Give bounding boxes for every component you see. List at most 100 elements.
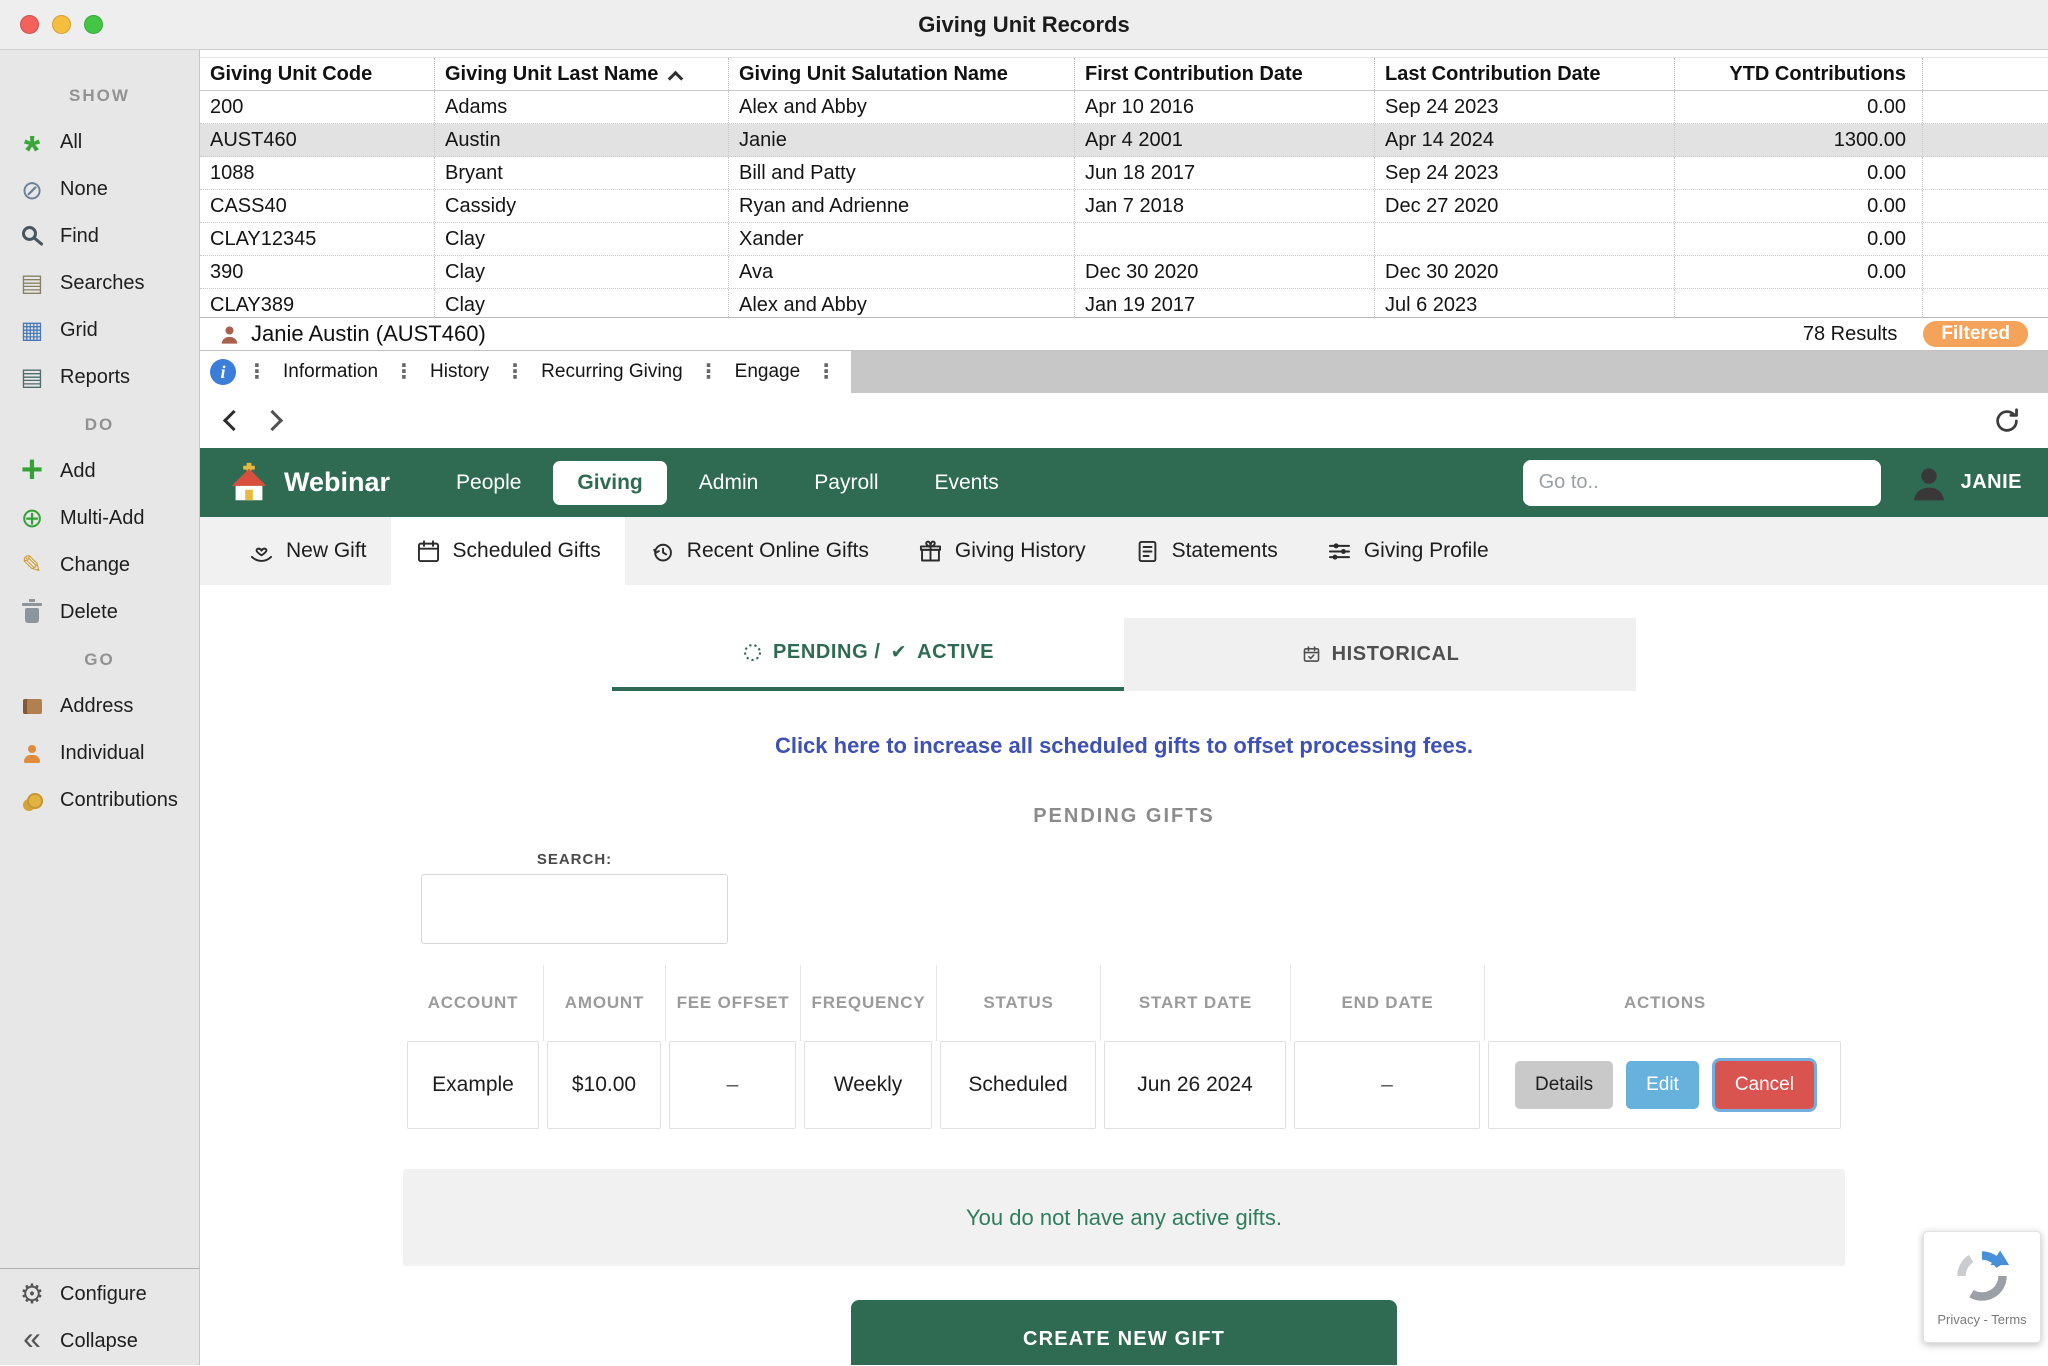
nav-item-payroll[interactable]: Payroll — [790, 461, 902, 505]
sidebar-item-label: Contributions — [60, 789, 178, 812]
table-cell: Jul 6 2023 — [1375, 289, 1675, 317]
table-cell — [1375, 223, 1675, 255]
sidebar-item-delete[interactable]: Delete — [0, 589, 199, 636]
cancel-button[interactable]: Cancel — [1715, 1061, 1814, 1109]
nav-item-people[interactable]: People — [432, 461, 545, 505]
nav-item-giving[interactable]: Giving — [553, 461, 666, 505]
sidebar-item-searches[interactable]: ▤Searches — [0, 260, 199, 307]
user-menu[interactable]: JANIE — [1907, 461, 2022, 505]
gift-frequency-cell: Weekly — [804, 1041, 932, 1129]
table-row[interactable]: CASS40CassidyRyan and AdrienneJan 7 2018… — [200, 190, 2048, 223]
record-name: Janie Austin (AUST460) — [251, 321, 486, 347]
forward-button[interactable] — [262, 410, 283, 431]
subnav-item-label: New Gift — [286, 539, 367, 563]
table-row[interactable]: AUST460AustinJanieApr 4 2001Apr 14 20241… — [200, 124, 2048, 157]
sidebar-item-collapse[interactable]: «Collapse — [0, 1318, 199, 1365]
table-row[interactable]: 200AdamsAlex and AbbyApr 10 2016Sep 24 2… — [200, 91, 2048, 124]
sidebar-item-label: Collapse — [60, 1330, 138, 1353]
filtered-badge[interactable]: Filtered — [1923, 321, 2028, 347]
sidebar: SHOW*All⊘NoneFind▤Searches▦Grid▤ReportsD… — [0, 50, 200, 1365]
record-tabs: ⋮ Information ⋮ History ⋮ Recurring Giving ⋮ E… — [200, 351, 851, 393]
sidebar-item-add[interactable]: +Add — [0, 448, 199, 495]
site-nav: PeopleGivingAdminPayrollEvents — [432, 461, 1023, 505]
sidebar-item-all[interactable]: *All — [0, 119, 199, 166]
recaptcha-badge[interactable]: Privacy - Terms — [1923, 1231, 2041, 1343]
records-column-header[interactable]: Giving Unit Salutation Name — [729, 58, 1075, 90]
subnav-item-statements[interactable]: Statements — [1110, 517, 1302, 585]
records-column-label: Last Contribution Date — [1385, 63, 1601, 86]
goto-search-input[interactable] — [1523, 460, 1881, 506]
records-column-header[interactable]: YTD Contributions — [1675, 58, 1923, 90]
searches-icon: ▤ — [16, 268, 48, 300]
change-icon: ✎ — [16, 550, 48, 582]
records-column-label: Giving Unit Code — [210, 63, 372, 86]
tab-menu-dots-icon[interactable]: ⋮ — [247, 362, 267, 382]
sidebar-section-heading: DO — [0, 401, 199, 448]
historical-calendar-icon — [1301, 644, 1322, 665]
tab-historical[interactable]: HISTORICAL — [1124, 618, 1636, 691]
refresh-button[interactable] — [1992, 406, 2022, 436]
subnav-item-giving-history[interactable]: Giving History — [893, 517, 1110, 585]
sidebar-item-grid[interactable]: ▦Grid — [0, 307, 199, 354]
offset-fees-link[interactable]: Click here to increase all scheduled gif… — [775, 733, 1473, 759]
tab-menu-dots-icon[interactable]: ⋮ — [699, 362, 719, 382]
sidebar-item-find[interactable]: Find — [0, 213, 199, 260]
records-column-header[interactable]: Giving Unit Code — [200, 58, 435, 90]
record-tab-strip: ⋮ Information ⋮ History ⋮ Recurring Giving ⋮ E… — [200, 351, 2048, 393]
tab-menu-dots-icon[interactable]: ⋮ — [505, 362, 525, 382]
table-row[interactable]: 390ClayAvaDec 30 2020Dec 30 20200.00 — [200, 256, 2048, 289]
table-row[interactable]: CLAY389ClayAlex and AbbyJan 19 2017Jul 6… — [200, 289, 2048, 317]
results-count: 78 Results — [1803, 323, 1898, 346]
subnav-item-scheduled-gifts[interactable]: Scheduled Gifts — [391, 517, 625, 585]
table-cell-filler — [1923, 289, 2048, 317]
close-window-button[interactable] — [20, 15, 39, 34]
active-label: ACTIVE — [917, 641, 994, 664]
no-active-gifts-message: You do not have any active gifts. — [403, 1169, 1845, 1266]
subnav-item-giving-profile[interactable]: Giving Profile — [1302, 517, 1513, 585]
sidebar-item-label: Add — [60, 460, 96, 483]
sidebar-item-label: Configure — [60, 1283, 147, 1306]
sidebar-item-address[interactable]: Address — [0, 683, 199, 730]
details-button[interactable]: Details — [1515, 1061, 1613, 1109]
nav-item-admin[interactable]: Admin — [675, 461, 783, 505]
table-cell — [1675, 289, 1923, 317]
back-button[interactable] — [223, 410, 244, 431]
record-tab-engage[interactable]: Engage — [730, 361, 806, 383]
records-column-header[interactable]: Giving Unit Last Name — [435, 58, 729, 90]
subnav-item-new-gift[interactable]: New Gift — [224, 517, 391, 585]
table-cell: Austin — [435, 124, 729, 156]
record-tab-information[interactable]: Information — [278, 361, 383, 383]
gifts-column-header: END DATE — [1290, 965, 1484, 1041]
sidebar-item-individual[interactable]: Individual — [0, 730, 199, 777]
avatar — [1907, 461, 1951, 505]
tab-pending-active[interactable]: PENDING / ✔ ACTIVE — [612, 618, 1124, 691]
zoom-window-button[interactable] — [84, 15, 103, 34]
subnav-item-recent-online-gifts[interactable]: Recent Online Gifts — [625, 517, 893, 585]
record-tab-recurring-giving[interactable]: Recurring Giving — [536, 361, 688, 383]
search-input[interactable] — [421, 874, 728, 944]
record-tab-history[interactable]: History — [425, 361, 494, 383]
table-cell — [1075, 223, 1375, 255]
tab-menu-dots-icon[interactable]: ⋮ — [394, 362, 414, 382]
edit-button[interactable]: Edit — [1626, 1061, 1699, 1109]
sidebar-item-change[interactable]: ✎Change — [0, 542, 199, 589]
table-cell: CLAY12345 — [200, 223, 435, 255]
nav-item-events[interactable]: Events — [911, 461, 1023, 505]
info-icon[interactable] — [210, 359, 236, 385]
records-column-header[interactable]: First Contribution Date — [1075, 58, 1375, 90]
table-row[interactable]: 1088BryantBill and PattyJun 18 2017Sep 2… — [200, 157, 2048, 190]
tab-menu-dots-icon[interactable]: ⋮ — [816, 362, 836, 382]
sidebar-item-multi-add[interactable]: ⊕Multi-Add — [0, 495, 199, 542]
table-row[interactable]: CLAY12345ClayXander0.00 — [200, 223, 2048, 256]
table-cell: Clay — [435, 223, 729, 255]
sidebar-sections: SHOW*All⊘NoneFind▤Searches▦Grid▤ReportsD… — [0, 72, 199, 824]
sidebar-item-contributions[interactable]: Contributions — [0, 777, 199, 824]
records-column-header[interactable]: Last Contribution Date — [1375, 58, 1675, 90]
minimize-window-button[interactable] — [52, 15, 71, 34]
sidebar-item-label: Find — [60, 225, 99, 248]
sidebar-footer: ⚙Configure«Collapse — [0, 1268, 199, 1365]
sidebar-item-reports[interactable]: ▤Reports — [0, 354, 199, 401]
create-new-gift-button[interactable]: CREATE NEW GIFT — [851, 1300, 1397, 1365]
gifts-column-header: FEE OFFSET — [665, 965, 800, 1041]
sidebar-item-configure[interactable]: ⚙Configure — [0, 1271, 199, 1318]
